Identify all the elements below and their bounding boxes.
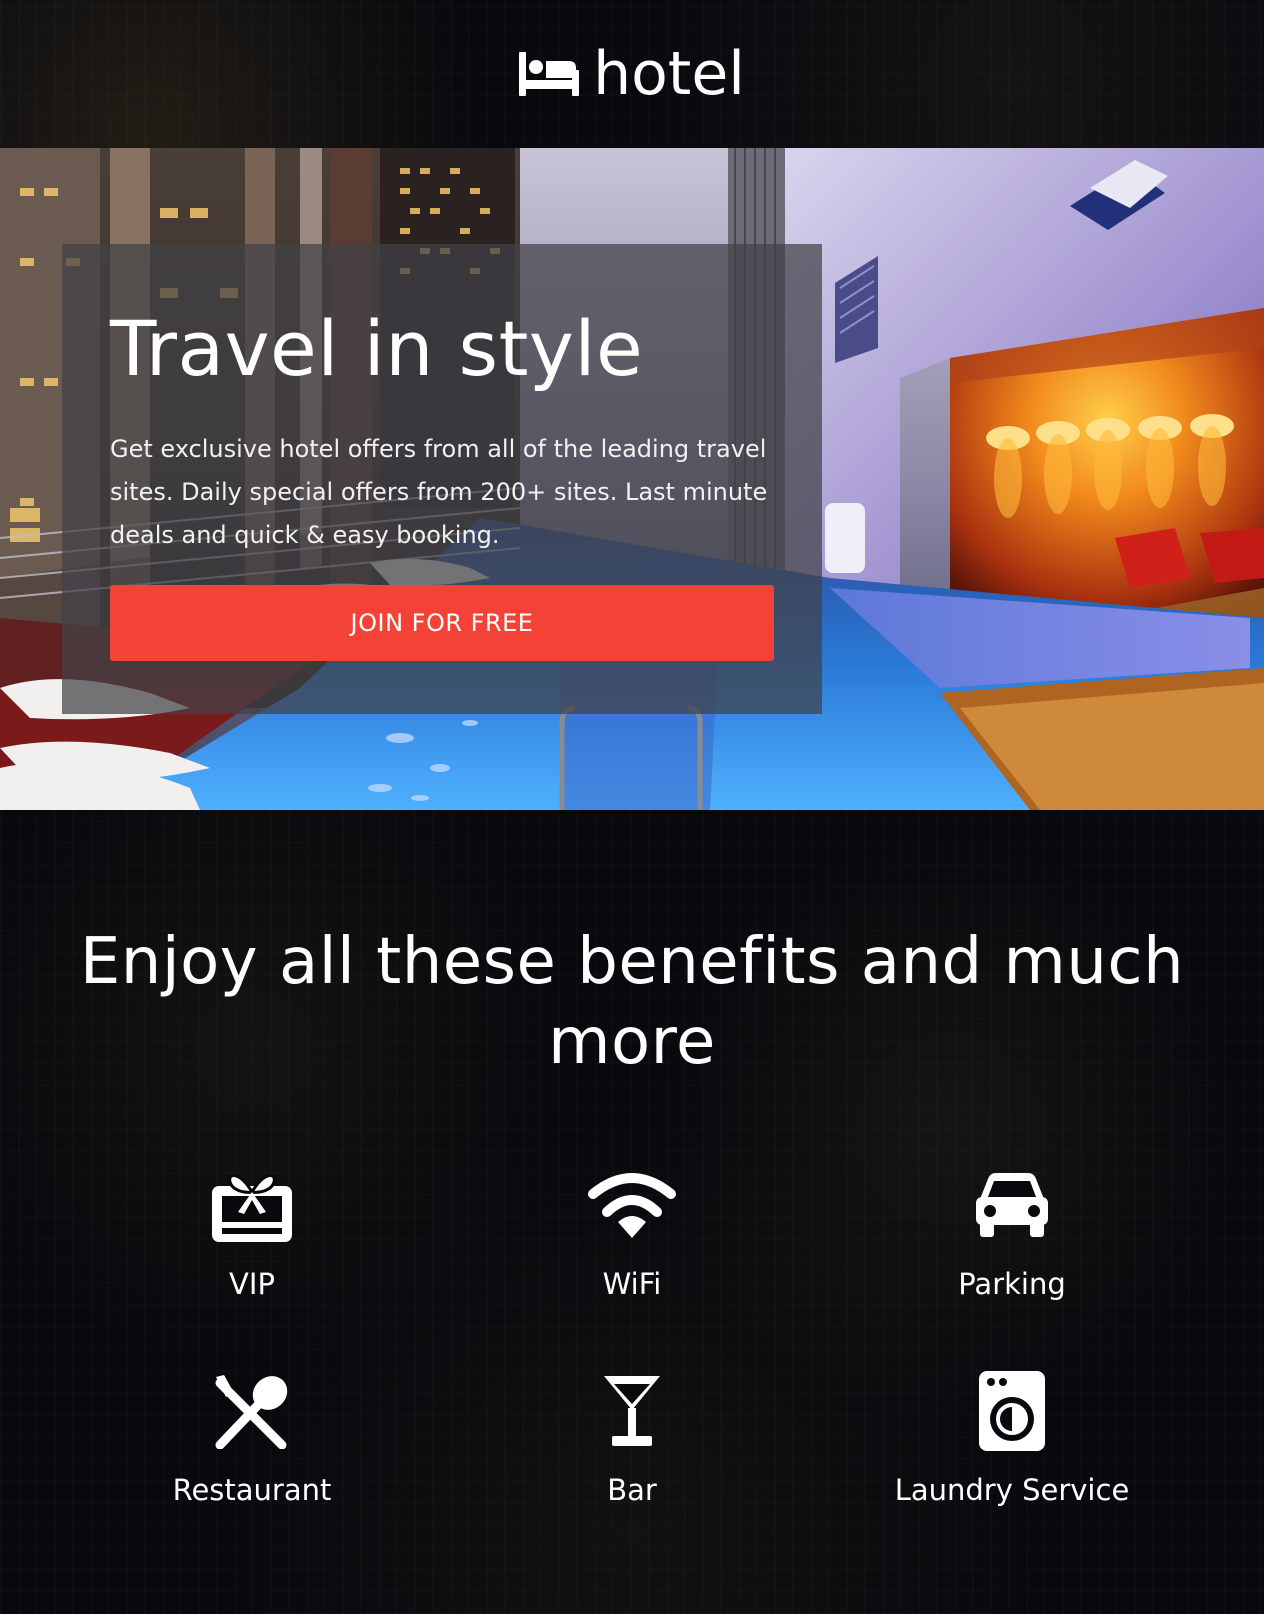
hero-section: Travel in style Get exclusive hotel offe… [0,148,1264,810]
washing-machine-icon [967,1366,1057,1456]
logo[interactable]: hotel [519,44,745,104]
benefit-label: Bar [607,1473,657,1507]
bed-icon [519,52,580,96]
benefit-label: Restaurant [172,1473,332,1507]
benefits-grid: VIP WiFi Parking Restaurant Bar Laundry … [0,1160,1264,1542]
benefit-label: Laundry Service [894,1473,1130,1507]
benefit-wifi: WiFi [442,1160,822,1336]
restaurant-icon [207,1366,297,1456]
benefit-laundry-service: Laundry Service [822,1366,1202,1542]
hero-panel: Travel in style Get exclusive hotel offe… [62,244,822,714]
benefit-label: Parking [958,1267,1066,1301]
gift-card-icon [207,1160,297,1250]
join-for-free-button[interactable]: JOIN FOR FREE [110,585,774,661]
benefit-label: WiFi [602,1267,662,1301]
logo-text: hotel [593,39,745,109]
hero-title: Travel in style [110,304,644,393]
benefit-vip: VIP [62,1160,442,1336]
benefit-bar: Bar [442,1366,822,1542]
car-icon [967,1160,1057,1250]
site-header: hotel [0,0,1264,148]
wifi-icon [587,1160,677,1250]
benefit-parking: Parking [822,1160,1202,1336]
hero-description: Get exclusive hotel offers from all of t… [110,435,768,549]
benefits-heading: Enjoy all these benefits and much more [79,925,1185,1079]
cocktail-glass-icon [587,1366,677,1456]
benefit-label: VIP [229,1267,275,1301]
benefit-restaurant: Restaurant [62,1366,442,1542]
